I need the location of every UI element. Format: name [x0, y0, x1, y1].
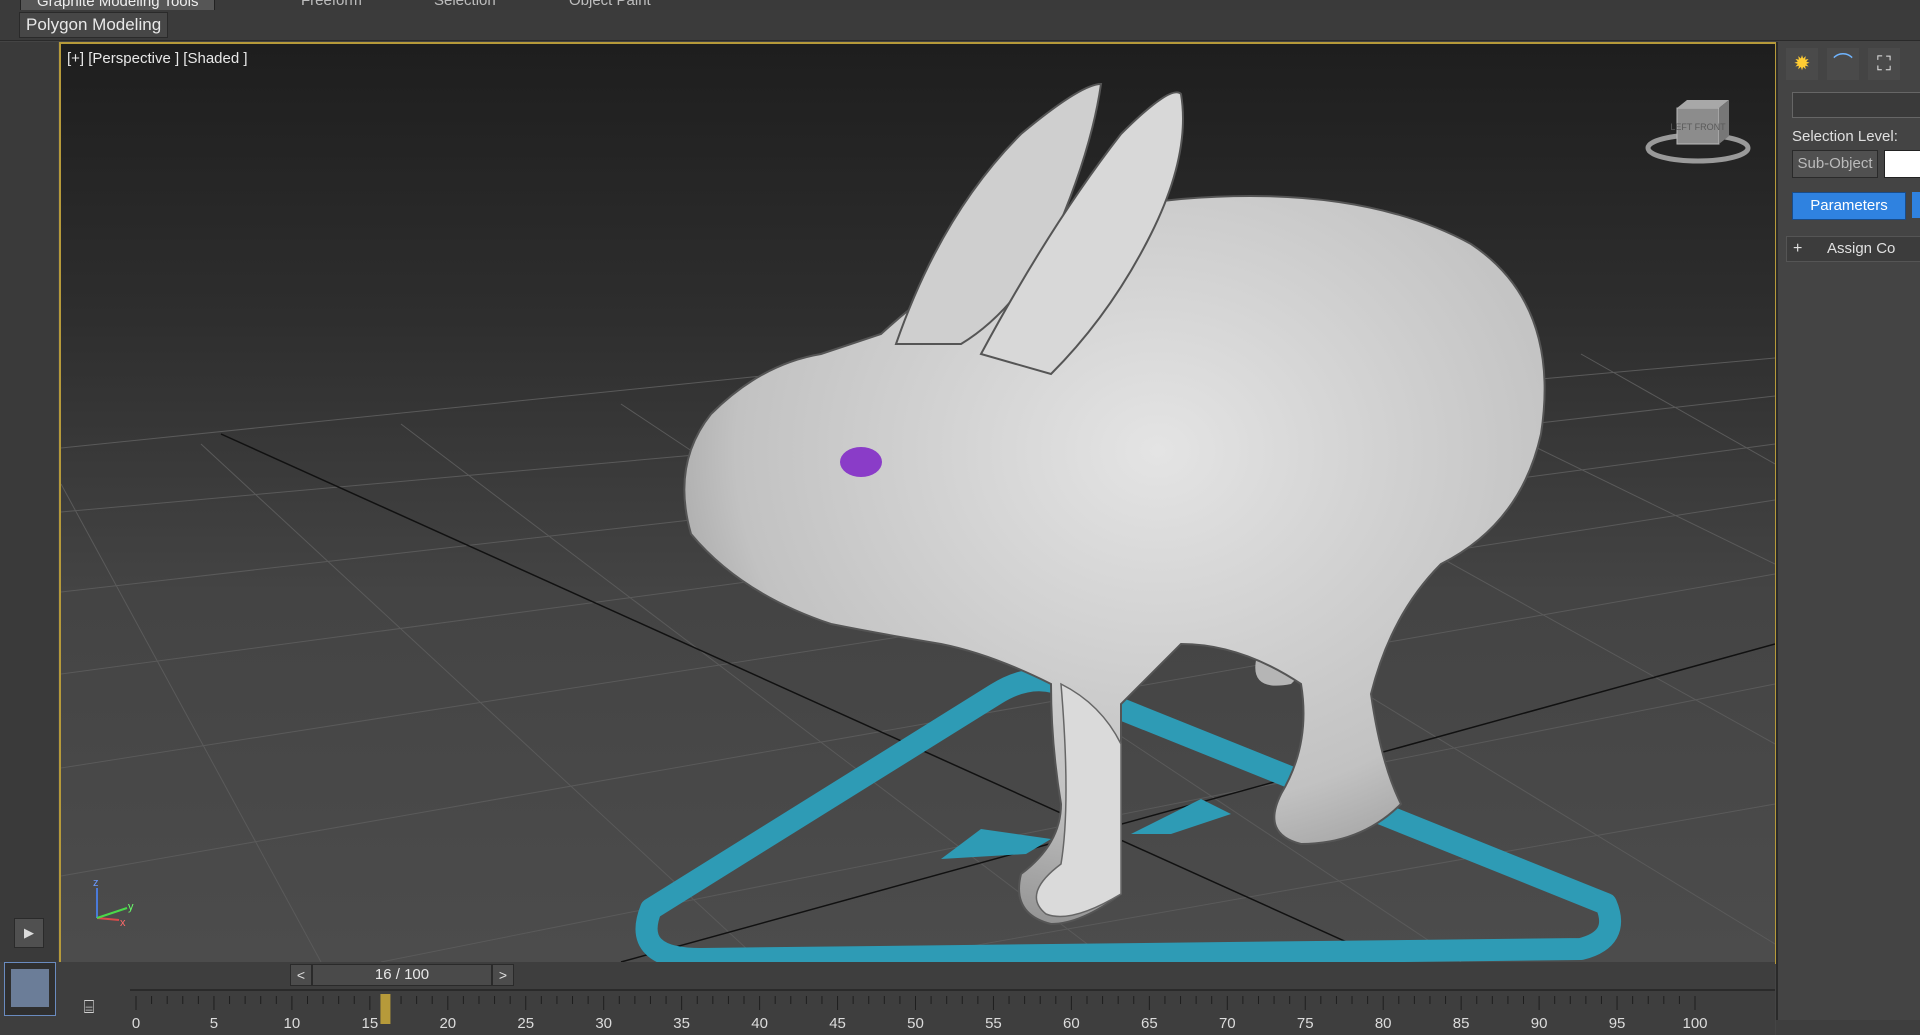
- rig-control-ring[interactable]: [635, 669, 1621, 962]
- sub-object-dropdown[interactable]: [1884, 150, 1920, 178]
- tab-freeform[interactable]: Freeform: [285, 0, 378, 10]
- rabbit-eye: [840, 447, 882, 477]
- timeline-label: 80: [1375, 1015, 1392, 1032]
- timeline-label: 0: [132, 1015, 140, 1032]
- timeline-label: 40: [751, 1015, 768, 1032]
- assign-controller-rollout[interactable]: + Assign Co: [1786, 236, 1920, 262]
- parameters-button-secondary[interactable]: [1912, 192, 1920, 218]
- timeline-track[interactable]: 0 5 10 15 20 25 30 35 40 45 50 55 60 65 70 75 80 85 90 95 10…: [130, 988, 1775, 1035]
- timeline-label: 50: [907, 1015, 924, 1032]
- sub-object-button[interactable]: Sub-Object: [1792, 150, 1878, 178]
- timeline-label: 65: [1141, 1015, 1158, 1032]
- modify-icon[interactable]: ⌒: [1827, 48, 1859, 80]
- timeline-label: 55: [985, 1015, 1002, 1032]
- viewcube-icon[interactable]: LEFT FRONT: [1643, 96, 1753, 166]
- ribbon-panel-row: [0, 10, 1920, 41]
- tab-selection[interactable]: Selection: [418, 0, 512, 10]
- svg-text:z: z: [93, 877, 99, 889]
- selection-level-label: Selection Level:: [1792, 128, 1898, 145]
- axis-tripod-icon: z x y: [93, 877, 134, 926]
- timeline-label: 85: [1453, 1015, 1470, 1032]
- timeline-label: 35: [673, 1015, 690, 1032]
- viewport-scene: [61, 82, 1775, 962]
- object-name-field[interactable]: [1792, 92, 1920, 118]
- time-scrubber[interactable]: [380, 994, 391, 1024]
- expand-plus-icon[interactable]: +: [1793, 237, 1802, 261]
- rollout-title: Assign Co: [1827, 240, 1896, 257]
- timeline-ticks: [135, 996, 1696, 1010]
- command-panel: ✹ ⌒ ⛶ Selection Level: Sub-Object Paramete…: [1776, 42, 1920, 1022]
- svg-text:x: x: [120, 917, 126, 926]
- timeline-label: 15: [362, 1015, 379, 1032]
- mini-curve-editor-toggle[interactable]: [4, 962, 56, 1016]
- command-panel-footer: [1776, 1020, 1920, 1035]
- perspective-viewport[interactable]: [+] [Perspective ] [Shaded ] LEFT FRONT …: [59, 42, 1777, 964]
- timeline-label: 30: [595, 1015, 612, 1032]
- polygon-modeling-button[interactable]: Polygon Modeling: [19, 12, 169, 38]
- timeline-label: 25: [517, 1015, 534, 1032]
- viewport-label[interactable]: [+] [Perspective ] [Shaded ]: [67, 50, 248, 67]
- time-slider-frame-display[interactable]: 16 / 100: [312, 964, 492, 986]
- timeline-label: 5: [210, 1015, 218, 1032]
- svg-text:y: y: [128, 901, 134, 913]
- timeline-label: 75: [1297, 1015, 1314, 1032]
- left-toolbar: [0, 42, 58, 1012]
- timeline-label: 95: [1609, 1015, 1626, 1032]
- timeline-label: 10: [284, 1015, 301, 1032]
- prev-frame-button[interactable]: <: [290, 964, 312, 986]
- timeline-label: 20: [439, 1015, 456, 1032]
- tab-object-paint[interactable]: Object Paint: [553, 0, 667, 10]
- timeline-label: 100: [1682, 1015, 1707, 1032]
- timeline-label: 45: [829, 1015, 846, 1032]
- next-frame-button[interactable]: >: [492, 964, 514, 986]
- track-bar-icon[interactable]: ⌸: [74, 993, 104, 1021]
- timeline-label: 90: [1531, 1015, 1548, 1032]
- timeline-label: 60: [1063, 1015, 1080, 1032]
- parameters-button[interactable]: Parameters: [1792, 192, 1906, 220]
- create-icon[interactable]: ✹: [1786, 48, 1818, 80]
- timeline-label: 70: [1219, 1015, 1236, 1032]
- svg-text:LEFT FRONT: LEFT FRONT: [1670, 122, 1726, 132]
- timeline-labels: 0 5 10 15 20 25 30 35 40 45 50 55 60 65 70 75 80 85 90 95 10…: [132, 1015, 1708, 1032]
- command-panel-tabs: ✹ ⌒ ⛶: [1786, 48, 1909, 80]
- play-arrow-icon[interactable]: ▶: [14, 918, 44, 948]
- hierarchy-icon[interactable]: ⛶: [1868, 48, 1900, 80]
- ribbon-tab-bar: Graphite Modeling Tools Freeform Selecti…: [0, 0, 1920, 12]
